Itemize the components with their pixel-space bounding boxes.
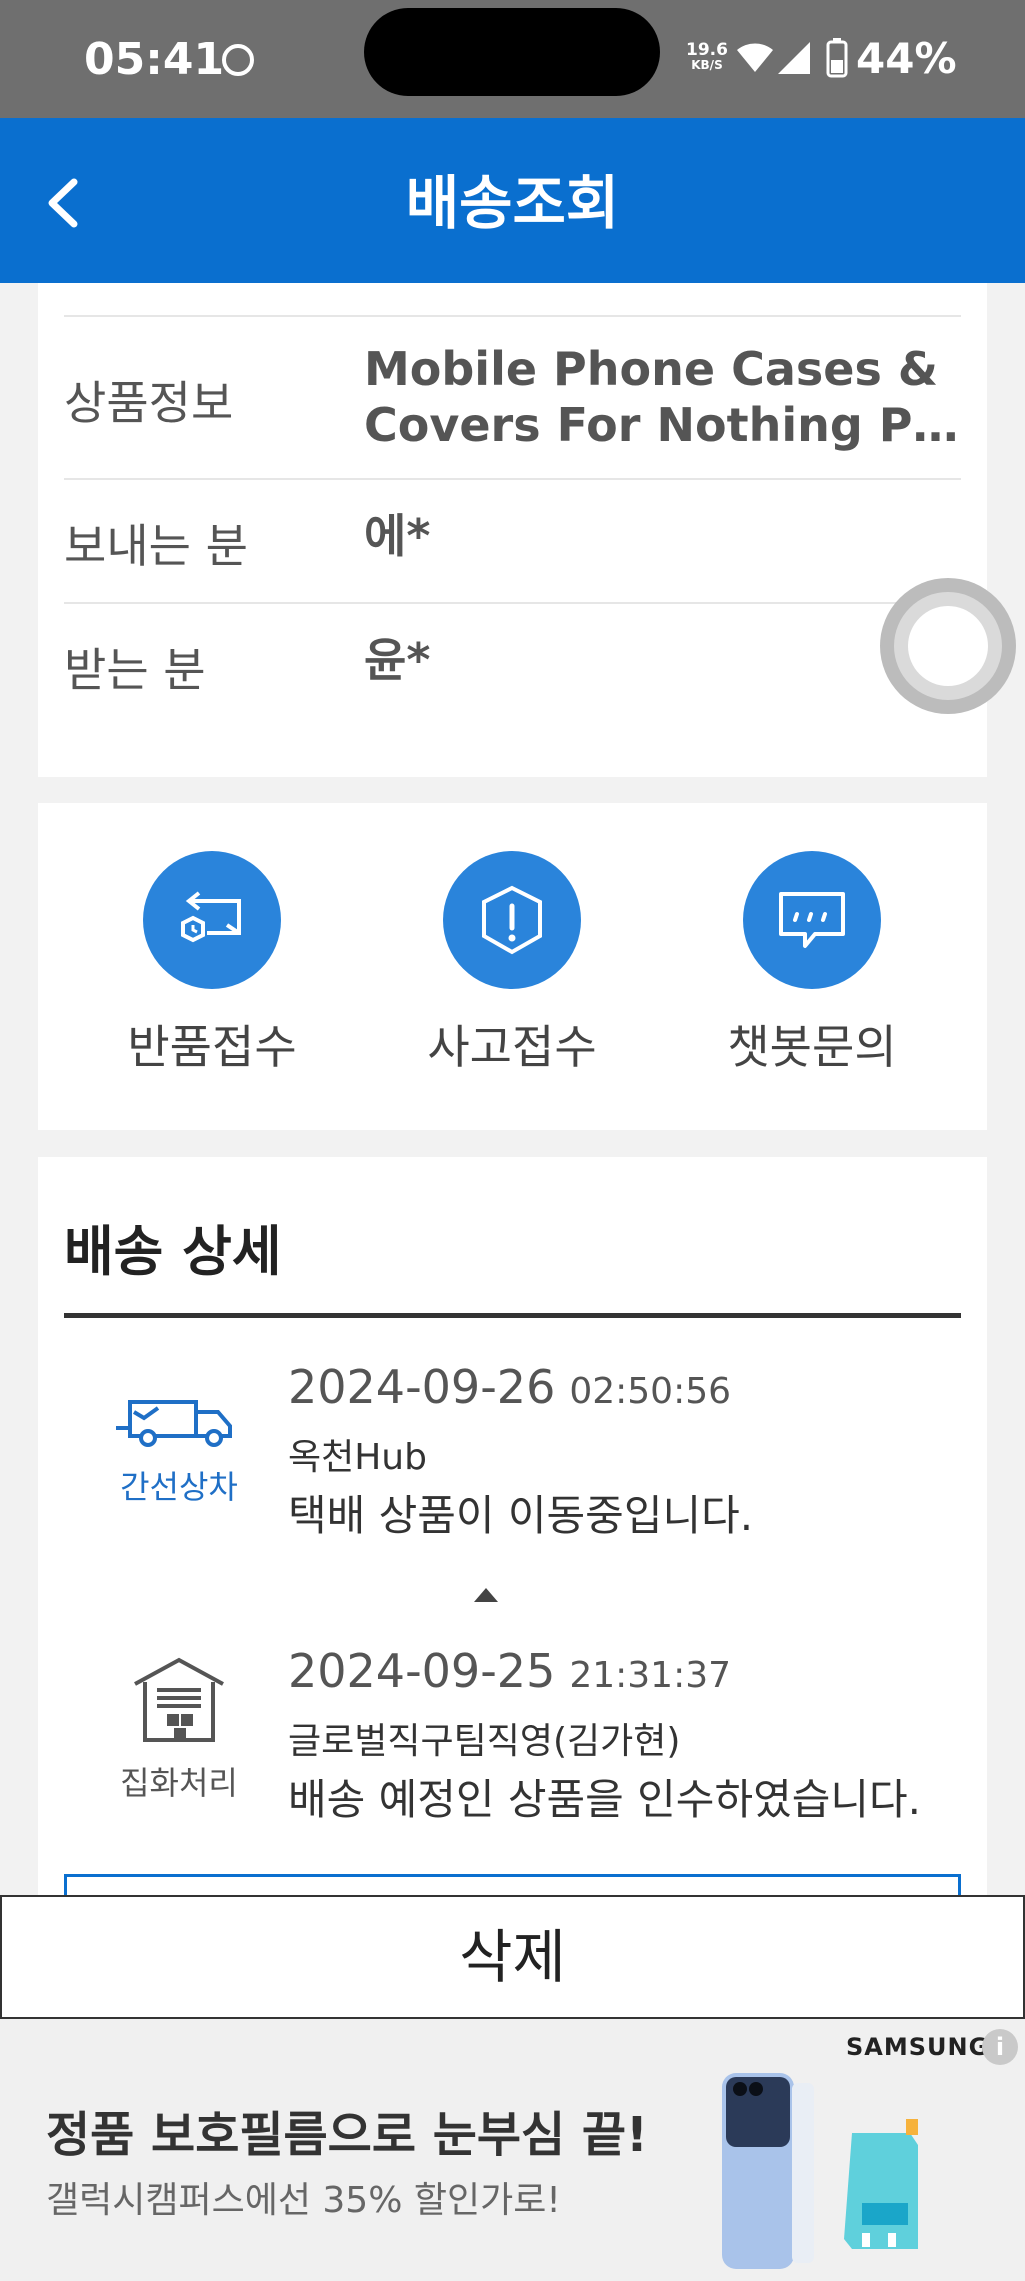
caret-up-icon bbox=[474, 1588, 498, 1602]
info-row-product: 상품정보 Mobile Phone Cases & Covers For Not… bbox=[64, 315, 961, 478]
floating-assistive-button[interactable] bbox=[880, 578, 1016, 714]
delivery-detail-card: 배송 상세 간선상차 2024-09-26 02:50:56 옥천Hub 택배 상… bbox=[38, 1157, 987, 1897]
warehouse-icon bbox=[134, 1657, 224, 1742]
battery-percentage: 44% bbox=[856, 34, 957, 83]
event-date: 2024-09-26 bbox=[288, 1360, 556, 1414]
tracking-event: 집화처리 2024-09-25 21:31:37 글로벌직구팀직영(김가현) 배송… bbox=[64, 1644, 961, 1844]
network-speed-value: 19.6 bbox=[686, 40, 728, 60]
event-time: 02:50:56 bbox=[569, 1371, 732, 1412]
notification-dot-icon bbox=[222, 44, 254, 76]
event-date: 2024-09-25 bbox=[288, 1644, 556, 1698]
ad-brand-logo: SAMSUNG bbox=[846, 2033, 990, 2061]
warning-hexagon-icon bbox=[443, 851, 581, 989]
event-time: 21:31:37 bbox=[569, 1655, 732, 1696]
event-location: 글로벌직구팀직영(김가현) bbox=[288, 1721, 681, 1762]
action-label: 반품접수 bbox=[127, 1020, 297, 1074]
divider bbox=[64, 1313, 961, 1318]
info-row-sender: 보내는 분 에* bbox=[64, 478, 961, 602]
ad-subtext: 갤럭시캠퍼스에선 35% 할인가로! bbox=[46, 2180, 561, 2221]
action-label: 사고접수 bbox=[427, 1020, 597, 1074]
product-name: Mobile Phone Cases & Covers For Nothing … bbox=[364, 342, 946, 452]
info-label: 상품정보 bbox=[64, 376, 234, 430]
ad-product-image bbox=[722, 2073, 918, 2269]
event-datetime: 2024-09-25 21:31:37 bbox=[288, 1644, 731, 1698]
ad-headline: 정품 보호필름으로 눈부심 끝! bbox=[46, 2107, 648, 2163]
actions-card: 반품접수 사고접수 챗봇문의 bbox=[38, 803, 987, 1130]
event-message: 택배 상품이 이동중입니다. bbox=[288, 1491, 754, 1540]
ad-info-icon[interactable]: i bbox=[982, 2029, 1018, 2065]
status-bar: 05:41 19.6 KB/S 44% bbox=[0, 0, 1025, 118]
chat-bubble-icon bbox=[743, 851, 881, 989]
tracking-event: 간선상차 2024-09-26 02:50:56 옥천Hub 택배 상품이 이동중… bbox=[64, 1360, 961, 1560]
receiver-name: 윤* bbox=[364, 633, 431, 687]
app-bar: 배송조회 bbox=[0, 118, 1025, 283]
wifi-icon bbox=[737, 43, 773, 72]
return-icon bbox=[143, 851, 281, 989]
signal-icon bbox=[778, 42, 810, 74]
delete-button[interactable]: 삭제 bbox=[0, 1895, 1025, 2019]
truck-icon bbox=[116, 1400, 232, 1447]
event-location: 옥천Hub bbox=[288, 1437, 427, 1478]
page-title: 배송조회 bbox=[405, 169, 620, 237]
network-speed-unit: KB/S bbox=[691, 58, 723, 72]
event-status-label: 간선상차 bbox=[120, 1468, 238, 1506]
event-status-label: 집화처리 bbox=[120, 1764, 238, 1802]
info-row-receiver: 받는 분 윤* bbox=[64, 602, 961, 726]
shipment-info-card: 상품정보 Mobile Phone Cases & Covers For Not… bbox=[38, 283, 987, 777]
section-title: 배송 상세 bbox=[64, 1220, 282, 1283]
action-label: 챗봇문의 bbox=[727, 1020, 897, 1074]
chatbot-inquiry-button[interactable]: 챗봇문의 bbox=[692, 851, 932, 1077]
info-label: 보내는 분 bbox=[64, 519, 248, 573]
battery-icon bbox=[826, 38, 848, 78]
info-label: 받는 분 bbox=[64, 643, 206, 697]
status-time: 05:41 bbox=[84, 34, 225, 85]
accident-report-button[interactable]: 사고접수 bbox=[392, 851, 632, 1077]
event-datetime: 2024-09-26 02:50:56 bbox=[288, 1360, 731, 1414]
sender-name: 에* bbox=[364, 509, 431, 563]
return-request-button[interactable]: 반품접수 bbox=[92, 851, 332, 1077]
camera-cutout bbox=[364, 8, 660, 96]
ad-banner[interactable]: 정품 보호필름으로 눈부심 끝! 갤럭시캠퍼스에선 35% 할인가로! SAMS… bbox=[0, 2019, 1025, 2281]
network-speed: 19.6 KB/S bbox=[686, 40, 728, 72]
event-message: 배송 예정인 상품을 인수하였습니다. bbox=[288, 1775, 922, 1824]
